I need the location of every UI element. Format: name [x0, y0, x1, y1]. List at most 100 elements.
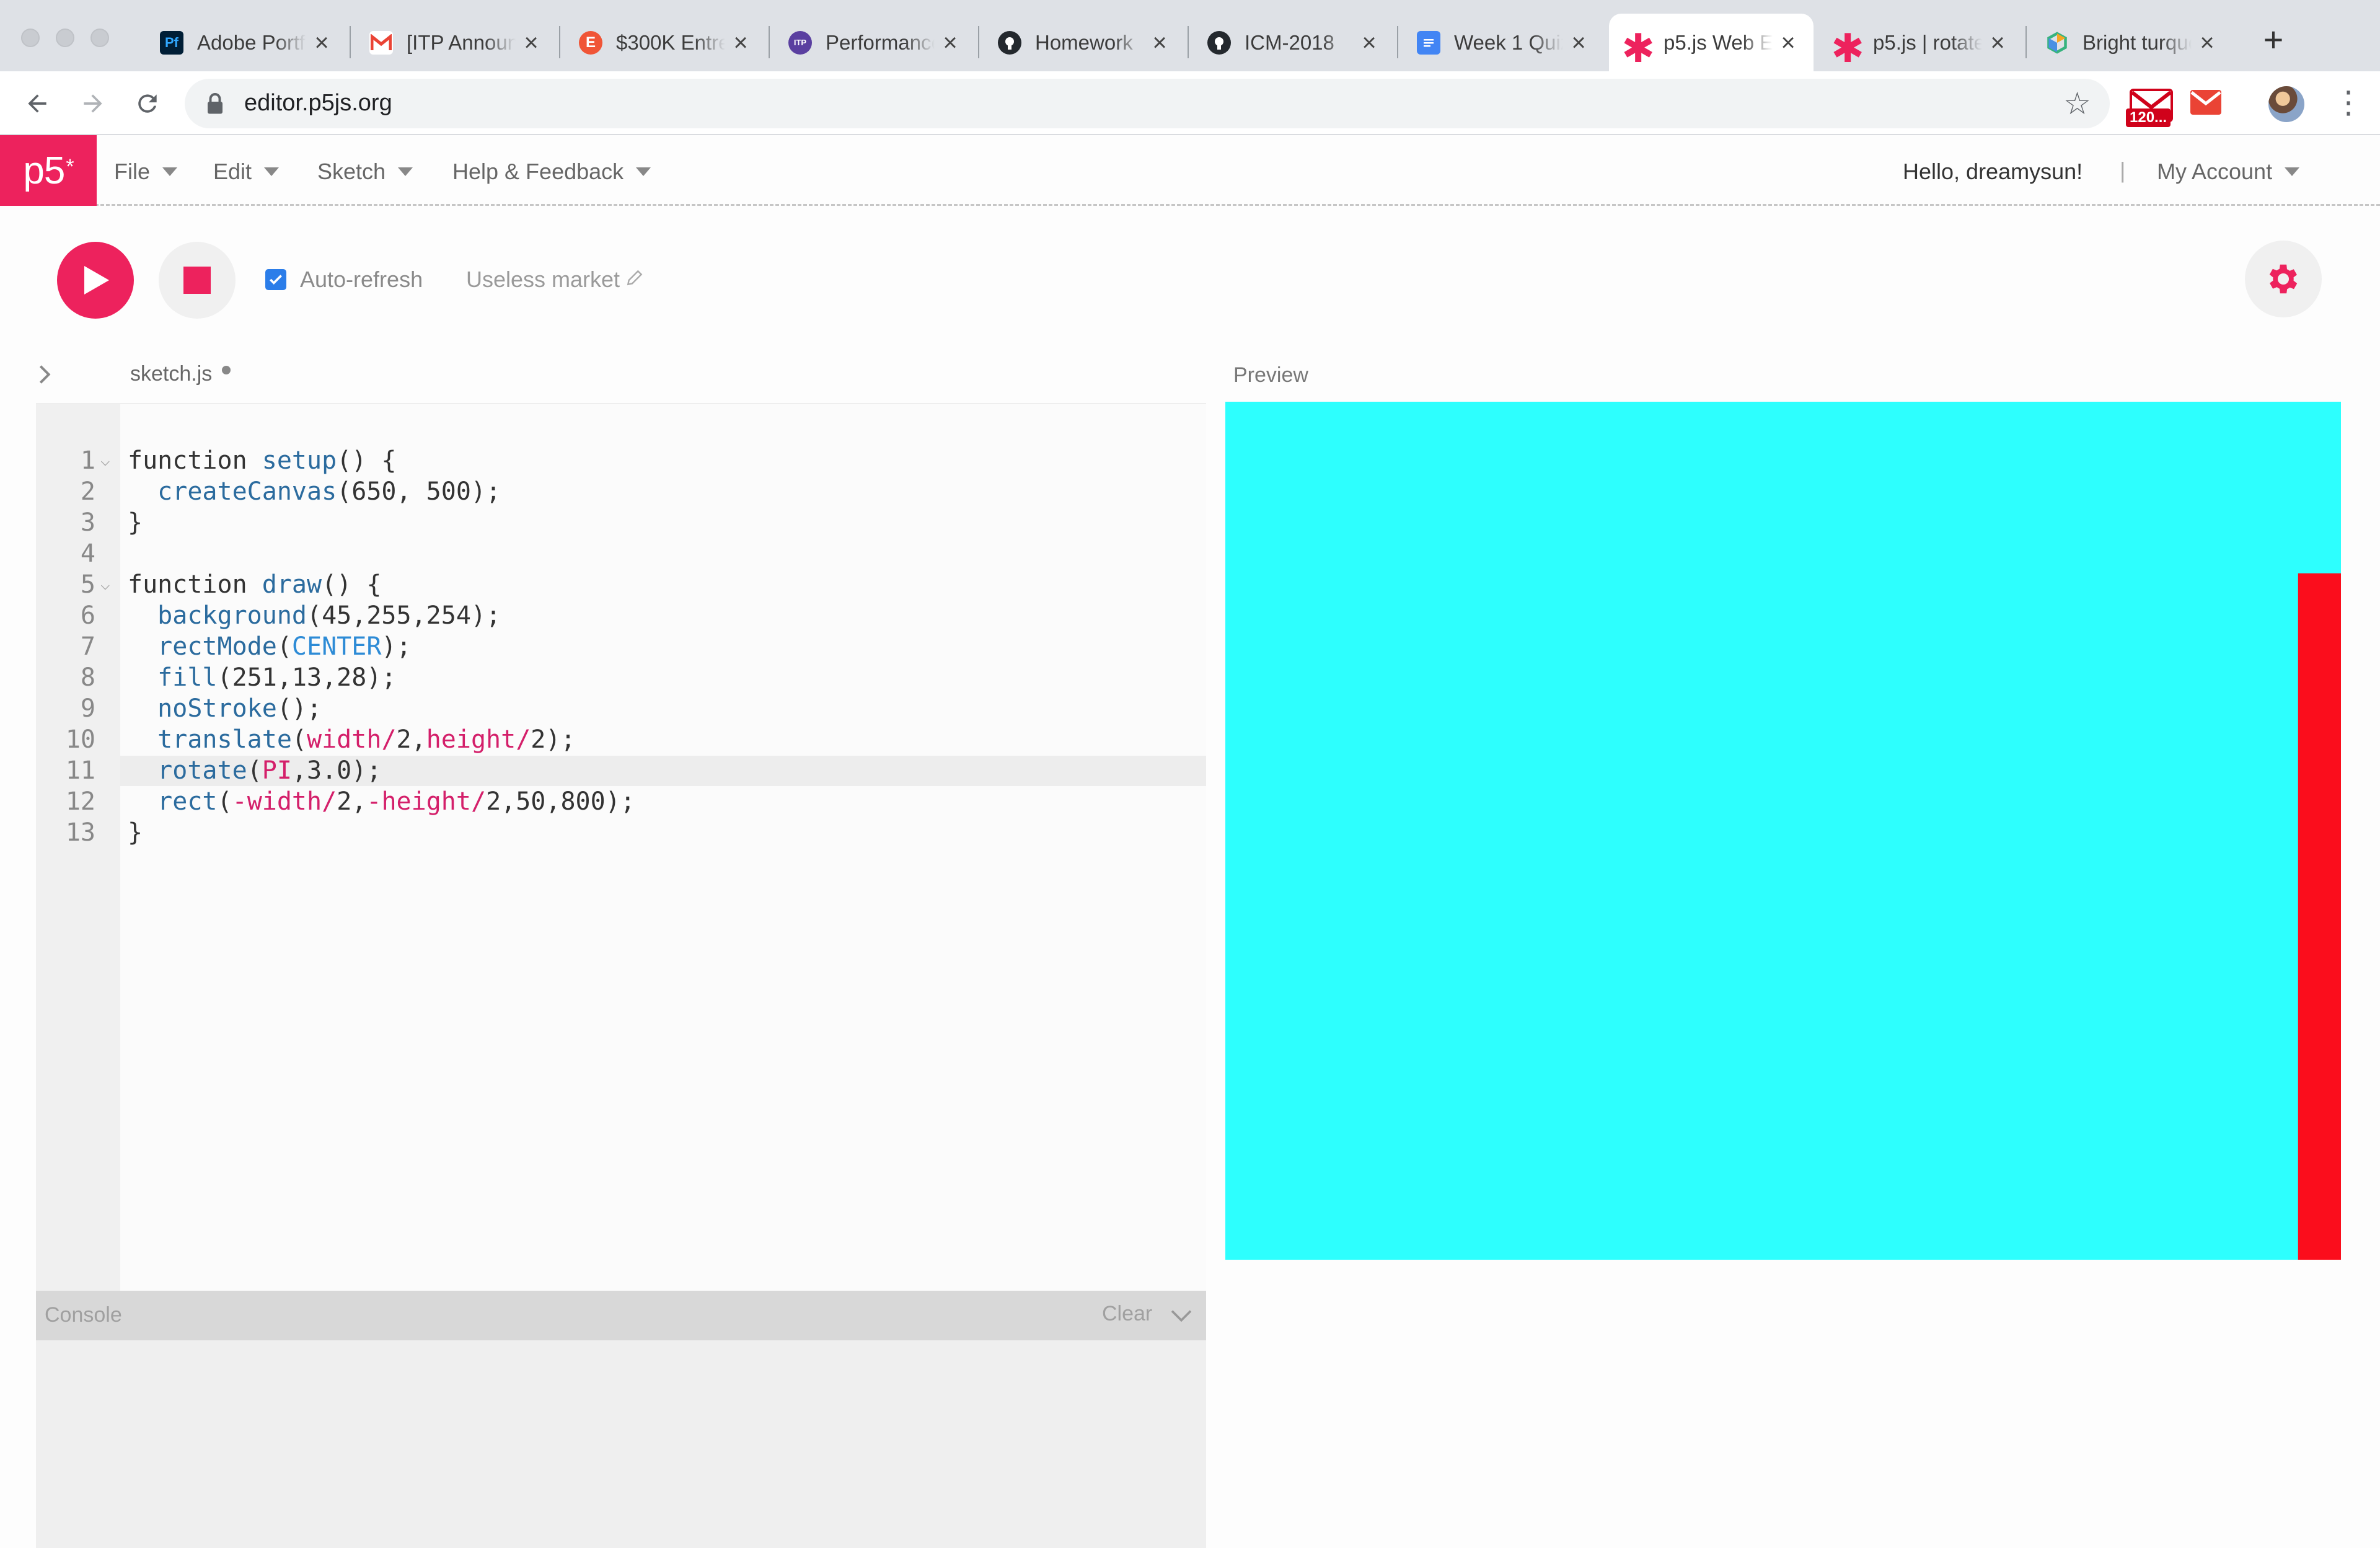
lock-icon [208, 93, 223, 114]
browser-tab[interactable]: Pf Adobe Portfolio× [143, 14, 347, 71]
code-line[interactable]: } [128, 818, 143, 847]
console-header: Console Clear [36, 1291, 1206, 1340]
sketch-menu[interactable]: Sketch [317, 159, 413, 185]
browser-tab[interactable]: ICM-2018 × [1190, 14, 1395, 71]
code-line[interactable]: translate(width/2,height/2); [128, 725, 575, 754]
line-number: 12 [65, 787, 95, 816]
tab-close-icon[interactable]: × [731, 30, 750, 55]
code-editor[interactable]: 1 ⌵ 2 3 4 5 ⌵ 6 7 8 9 10 11 12 13 function setup() { c… [36, 403, 1206, 1292]
line-number: 2 [80, 477, 95, 506]
browser-tab[interactable]: Homework × [981, 14, 1185, 71]
help-feedback-menu[interactable]: Help & Feedback [452, 159, 651, 185]
browser-toolbar: editor.p5js.org ☆ 120... ⋮ [0, 71, 2380, 135]
browser-tab[interactable]: E $300K Entrepreneurs× [562, 14, 766, 71]
code-line[interactable]: function draw() { [128, 570, 381, 599]
tab-close-icon[interactable]: × [941, 30, 959, 55]
gear-icon [2269, 264, 2298, 294]
code-line[interactable]: fill(251,13,28); [128, 663, 396, 692]
code-line[interactable]: rect(-width/2,-height/2,50,800); [128, 787, 635, 816]
browser-tab[interactable]: Week 1 Quiz × [1399, 14, 1604, 71]
code-line[interactable]: rectMode(CENTER); [128, 632, 411, 661]
tab-title: Performance [826, 30, 935, 54]
new-tab-button[interactable]: + [2255, 21, 2292, 58]
reload-button[interactable] [129, 85, 166, 122]
github-icon [1207, 30, 1231, 55]
tab-title: Homework [1035, 30, 1133, 54]
code-line[interactable]: rotate(PI,3.0); [128, 756, 381, 785]
bookmark-star-icon[interactable]: ☆ [2063, 86, 2091, 121]
code-line[interactable]: } [128, 508, 143, 537]
my-account-menu[interactable]: My Account [2157, 159, 2300, 185]
chevron-right-icon[interactable] [32, 362, 57, 387]
url-text[interactable]: editor.p5js.org [244, 90, 392, 117]
fold-chevron-icon[interactable]: ⌵ [100, 575, 110, 594]
browser-tab-strip: PfAdobe Portfolio×[ITP Announcements]×E$… [0, 0, 2380, 71]
auto-refresh-checkbox[interactable] [265, 269, 286, 290]
play-button[interactable] [57, 242, 134, 319]
profile-avatar[interactable] [2268, 86, 2304, 122]
line-number: 6 [80, 601, 95, 630]
caret-down-icon [162, 167, 178, 176]
tab-close-icon[interactable]: × [522, 30, 540, 55]
browser-tab[interactable]: ✱ p5.js | rotate()× [1818, 14, 2023, 71]
mail-extension-icon[interactable] [2190, 90, 2221, 115]
code-line[interactable]: createCanvas(650, 500); [128, 477, 501, 506]
tab-close-icon[interactable]: × [1779, 30, 1797, 55]
stop-icon [183, 267, 211, 294]
tab-close-icon[interactable]: × [1569, 30, 1588, 55]
settings-button[interactable] [2245, 241, 2322, 317]
edit-menu[interactable]: Edit [213, 159, 280, 185]
file-menu[interactable]: File [114, 159, 178, 185]
github-icon [998, 30, 1021, 55]
tab-close-icon[interactable]: × [312, 30, 331, 55]
caret-down-icon [264, 167, 280, 176]
window-zoom-button[interactable] [90, 29, 109, 47]
p5-logo[interactable]: p5 * [0, 135, 97, 206]
code-line[interactable]: function setup() { [128, 446, 397, 475]
play-icon [84, 266, 109, 294]
fold-chevron-icon[interactable]: ⌵ [100, 451, 110, 470]
browser-tab[interactable]: [ITP Announcements]× [352, 14, 557, 71]
line-number: 8 [80, 663, 95, 692]
code-line[interactable]: background(45,255,254); [128, 601, 501, 630]
window-close-button[interactable] [21, 29, 40, 47]
forward-button[interactable] [74, 85, 112, 122]
line-number-gutter: 1 ⌵ 2 3 4 5 ⌵ 6 7 8 9 10 11 12 13 [36, 404, 120, 1292]
browser-tab[interactable]: ✱ p5.js Web Editor× [1609, 14, 1814, 71]
back-button[interactable] [19, 85, 56, 122]
line-number: 5 [80, 570, 95, 599]
unsaved-indicator [222, 366, 231, 374]
browser-tab[interactable]: Bright turquoise× [2028, 14, 2232, 71]
sketch-name[interactable]: Useless market [466, 267, 620, 293]
pencil-edit-icon[interactable] [625, 268, 645, 288]
auto-refresh-label[interactable]: Auto-refresh [300, 267, 423, 293]
tab-separator [978, 26, 979, 58]
checkmark-icon [270, 275, 282, 285]
file-tab-sketch-js[interactable]: sketch.js [130, 362, 212, 386]
line-number: 13 [65, 818, 95, 847]
tab-title: Bright turquoise [2082, 30, 2192, 54]
window-minimize-button[interactable] [56, 29, 74, 47]
line-number: 4 [80, 539, 95, 568]
canvas-background [1225, 402, 2341, 1260]
browser-menu-icon[interactable]: ⋮ [2333, 84, 2364, 125]
color-hexagon-icon [2045, 31, 2069, 55]
tab-title: p5.js | rotate() [1873, 30, 1982, 54]
sketch-preview-canvas[interactable] [1225, 402, 2341, 1260]
tab-close-icon[interactable]: × [1360, 30, 1378, 55]
tab-close-icon[interactable]: × [2198, 30, 2216, 55]
user-greeting: Hello, dreamysun! [1903, 159, 2083, 184]
tab-title: ICM-2018 [1245, 30, 1334, 54]
console-clear-button[interactable]: Clear [1102, 1302, 1152, 1326]
p5-asterisk-icon: ✱ [1621, 25, 1655, 71]
line-number: 1 [80, 446, 95, 475]
caret-down-icon [636, 167, 651, 176]
tab-close-icon[interactable]: × [1150, 30, 1169, 55]
browser-tab[interactable]: ITP Performance × [771, 14, 976, 71]
stop-button[interactable] [159, 242, 236, 319]
preview-label: Preview [1233, 363, 1308, 387]
address-bar[interactable]: editor.p5js.org ☆ [185, 79, 2110, 128]
tab-close-icon[interactable]: × [1988, 30, 2007, 55]
chevron-down-icon[interactable] [1169, 1306, 1194, 1327]
code-line[interactable]: noStroke(); [128, 694, 322, 723]
